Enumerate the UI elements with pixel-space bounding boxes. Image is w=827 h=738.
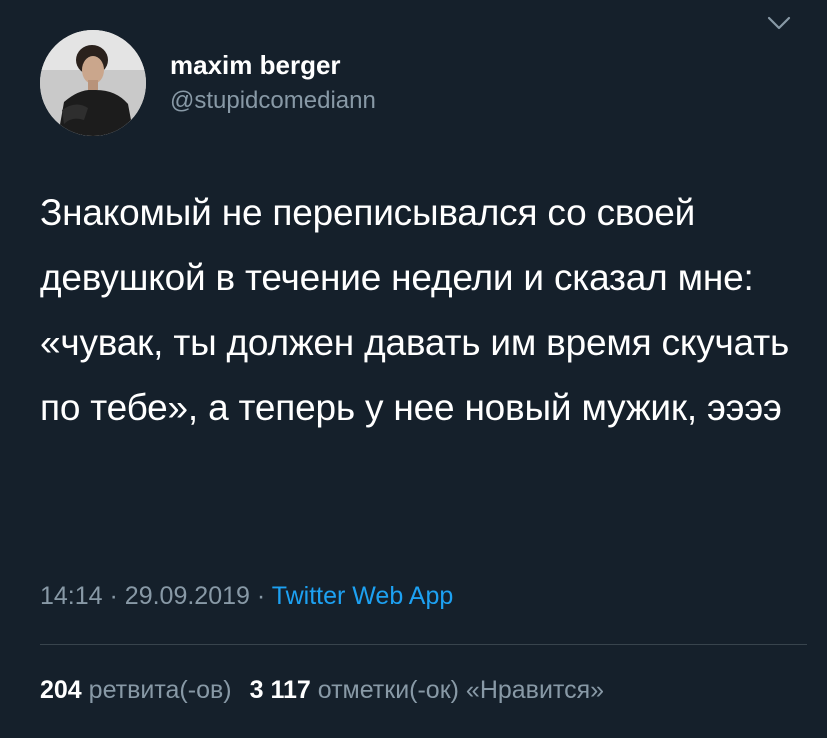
chevron-down-icon[interactable] (766, 14, 792, 34)
tweet-stats: 204 ретвита(-ов) 3 117 отметки(-ок) «Нрав… (40, 672, 604, 708)
tweet-meta: 14:14 · 29.09.2019 · Twitter Web App (40, 578, 453, 614)
tweet-card: maxim berger @stupidcomediann Знакомый н… (0, 0, 827, 738)
meta-separator: · (256, 582, 266, 610)
divider (40, 644, 807, 645)
tweet-header: maxim berger @stupidcomediann (40, 28, 376, 138)
meta-separator: · (109, 582, 118, 610)
display-name[interactable]: maxim berger (170, 49, 376, 81)
tweet-source-link[interactable]: Twitter Web App (272, 582, 454, 610)
avatar-photo-icon (40, 30, 146, 136)
avatar[interactable] (40, 30, 146, 136)
retweets-stat[interactable]: 204 ретвита(-ов) (40, 676, 232, 704)
tweet-time[interactable]: 14:14 (40, 582, 103, 610)
tweet-date[interactable]: 29.09.2019 (125, 582, 250, 610)
likes-label: отметки(-ок) «Нравится» (317, 676, 605, 704)
tweet-text: Знакомый не переписывался со своей девуш… (40, 192, 790, 428)
retweets-label: ретвита(-ов) (88, 676, 232, 704)
user-info: maxim berger @stupidcomediann (170, 49, 376, 117)
retweets-count: 204 (40, 676, 82, 704)
user-handle[interactable]: @stupidcomediann (170, 85, 376, 117)
likes-stat[interactable]: 3 117 отметки(-ок) «Нравится» (250, 676, 604, 704)
likes-count: 3 117 (249, 676, 311, 704)
